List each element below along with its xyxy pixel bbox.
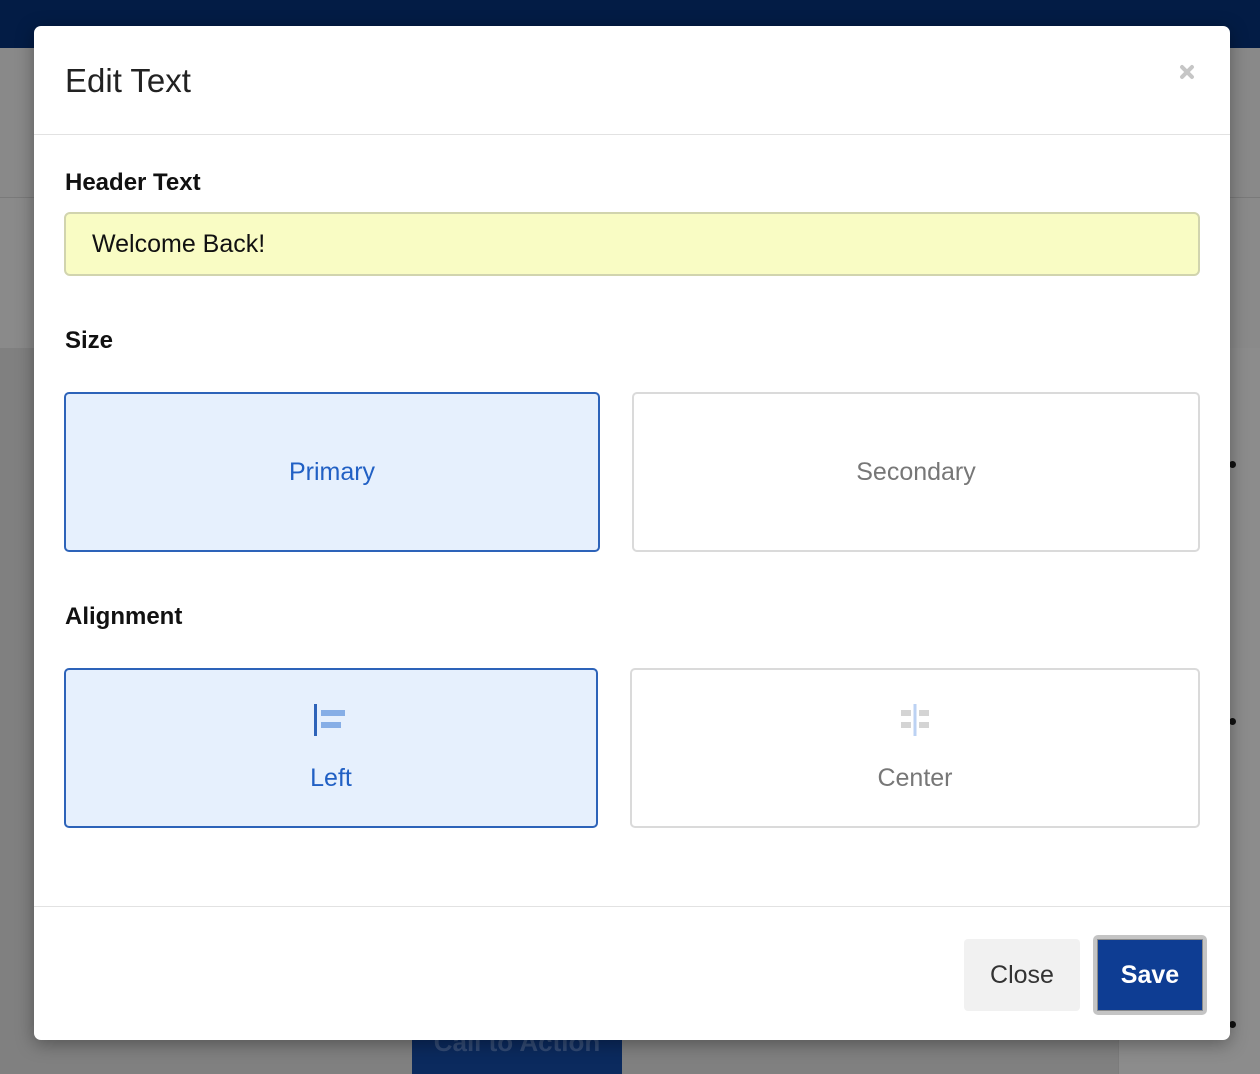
align-left-icon: [314, 704, 345, 736]
size-label: Size: [65, 327, 114, 354]
close-button[interactable]: Close: [964, 939, 1080, 1011]
header-text-label: Header Text: [65, 169, 201, 196]
alignment-option-left[interactable]: Left: [64, 668, 598, 828]
align-center-icon: [901, 704, 929, 736]
save-button[interactable]: Save: [1093, 935, 1207, 1015]
close-icon[interactable]: [1176, 60, 1200, 84]
modal-footer: Close Save: [34, 906, 1230, 1040]
size-option-secondary[interactable]: Secondary: [632, 392, 1200, 552]
edit-text-modal: Edit Text Header Text Welcome Back! Size…: [34, 26, 1230, 1040]
background-dot: [1229, 461, 1236, 468]
background-dot: [1229, 1021, 1236, 1028]
alignment-option-center[interactable]: Center: [630, 668, 1200, 828]
modal-title: Edit Text: [65, 62, 191, 99]
header-text-input[interactable]: Welcome Back!: [64, 212, 1200, 276]
modal-header: Edit Text: [34, 26, 1230, 135]
alignment-option-label: Left: [310, 764, 352, 792]
alignment-label: Alignment: [65, 603, 183, 630]
alignment-option-label: Center: [877, 764, 953, 792]
size-option-label: Primary: [288, 458, 376, 486]
background-dot: [1229, 718, 1236, 725]
size-option-label: Secondary: [856, 458, 976, 486]
size-option-primary[interactable]: Primary: [64, 392, 600, 552]
